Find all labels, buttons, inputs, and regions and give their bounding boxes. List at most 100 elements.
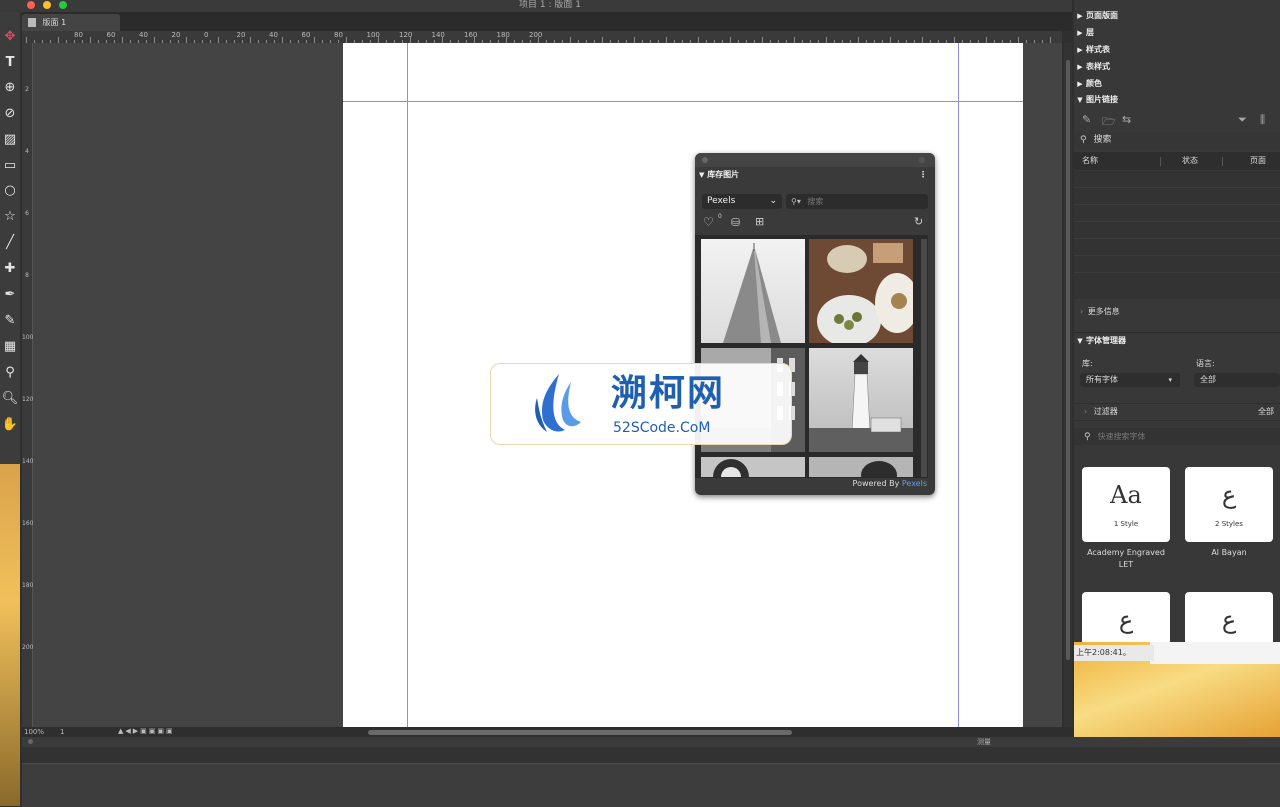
document-tab-bar: [22, 12, 1072, 31]
collapsed-panel-title: 样式表: [1086, 45, 1110, 54]
column-divider: [1160, 157, 1161, 166]
more-info-toggle[interactable]: › 更多信息: [1074, 304, 1280, 320]
list-row-divider: [1074, 187, 1280, 188]
provider-select-value: Pexels: [707, 196, 736, 206]
star-tool-icon[interactable]: ☆: [0, 206, 20, 228]
edit-icon[interactable]: ✎: [1082, 113, 1091, 126]
filter-all-label[interactable]: 全部: [1258, 404, 1274, 420]
stock-image-thumbnail[interactable]: [809, 457, 913, 477]
font-card[interactable]: Aa 1 Style: [1082, 467, 1170, 542]
move-tool-icon[interactable]: ✥: [0, 26, 20, 48]
filter-toggle[interactable]: › 过滤器 全部: [1074, 403, 1280, 421]
minimize-window-button[interactable]: [43, 1, 51, 9]
ruler-label: 180: [22, 582, 34, 589]
zoom-tool-icon[interactable]: 🔍︎: [0, 388, 20, 410]
background-window: [1150, 642, 1280, 664]
text-tool-icon[interactable]: T: [0, 52, 20, 74]
list-row-divider: [1074, 221, 1280, 222]
document-icon: [28, 18, 36, 27]
panel-close-icon[interactable]: [28, 739, 33, 744]
picture-links-header[interactable]: ▼ 图片链接: [1074, 92, 1280, 108]
expand-triangle-icon: ▶: [1077, 80, 1083, 88]
document-tab[interactable]: 版面 1: [22, 14, 120, 31]
relink-icon[interactable]: ⇆: [1122, 113, 1131, 126]
measurements-panel-header[interactable]: 测量: [22, 737, 1280, 747]
library-select[interactable]: 所有字体 ▾: [1080, 373, 1180, 387]
freehand-tool-icon[interactable]: ✎: [0, 310, 20, 332]
measurements-panel-content: [22, 763, 1280, 807]
panel-menu-icon[interactable]: ⋮: [919, 167, 927, 183]
more-info-label: 更多信息: [1087, 307, 1120, 316]
title-bar: 项目 1 : 版面 1: [0, 0, 1072, 12]
linking-tool-icon[interactable]: ⊕: [0, 77, 20, 99]
stock-panel-header[interactable]: ▼ 库存图片 ⋮: [695, 167, 935, 183]
open-folder-icon[interactable]: 🗁: [1102, 113, 1116, 132]
language-select[interactable]: 全部: [1194, 373, 1280, 387]
pexels-link[interactable]: Pexels: [902, 479, 927, 488]
zoom-window-button[interactable]: [59, 1, 67, 9]
orthogonal-line-tool-icon[interactable]: ✚: [0, 258, 20, 280]
watermark-subtitle: 52SCode.CoM: [613, 420, 711, 436]
close-window-button[interactable]: [27, 1, 35, 9]
font-card[interactable]: ع: [1185, 592, 1273, 642]
collapsed-panel-header[interactable]: ▶ 样式表: [1074, 42, 1280, 58]
vertical-scroll-thumb[interactable]: [1066, 60, 1070, 660]
ruler-label: 20: [171, 31, 181, 39]
picture-box-tool-icon[interactable]: ▨: [0, 129, 20, 151]
panel-collapse-icon[interactable]: [919, 157, 925, 163]
stock-search-input[interactable]: ⚲▾ 搜索: [786, 194, 928, 209]
filter-icon[interactable]: ⏷: [1238, 113, 1247, 127]
unlink-tool-icon[interactable]: ⊘: [0, 103, 20, 125]
font-search-input[interactable]: ⚲ 快速搜索字体: [1074, 428, 1280, 445]
picture-links-columns: 名称 状态 页面: [1074, 152, 1280, 170]
collapsed-panel-header[interactable]: ▶ 表样式: [1074, 59, 1280, 75]
dropdown-arrow-icon: ▾: [1168, 376, 1172, 384]
table-tool-icon[interactable]: ▦: [0, 336, 20, 358]
panel-close-icon[interactable]: [702, 157, 708, 163]
stock-image-thumbnail[interactable]: [809, 348, 913, 452]
add-folder-icon[interactable]: ⊞: [755, 215, 764, 228]
page-nav-icon[interactable]: ▲◀▶▣▣▣▣: [118, 727, 175, 735]
horizontal-scroll-thumb[interactable]: [368, 730, 792, 735]
collapsed-panel-header[interactable]: ▶ 颜色: [1074, 76, 1280, 92]
column-settings-icon[interactable]: ⫼: [1260, 113, 1265, 127]
eyedropper-tool-icon[interactable]: ⚲: [0, 362, 20, 384]
column-status[interactable]: 状态: [1182, 152, 1198, 170]
picture-links-search[interactable]: ⚲ 搜索: [1074, 132, 1280, 149]
refresh-icon[interactable]: ↻: [914, 215, 923, 228]
font-card[interactable]: ع: [1082, 592, 1170, 642]
ruler-label: 8: [25, 272, 29, 279]
list-row-divider: [1074, 272, 1280, 273]
ruler-label: 200: [529, 31, 543, 39]
zoom-level[interactable]: 100%: [24, 728, 44, 736]
font-card[interactable]: ع 2 Styles: [1185, 467, 1273, 542]
vertical-ruler[interactable]: 2 4 6 8 100 120 140 160 180 200: [22, 43, 33, 727]
pen-tool-icon[interactable]: ✒: [0, 284, 20, 306]
column-page[interactable]: 页面: [1250, 152, 1266, 170]
rectangle-tool-icon[interactable]: ▭: [0, 155, 20, 177]
collections-icon[interactable]: ⛁: [731, 216, 740, 229]
column-name[interactable]: 名称: [1082, 152, 1098, 170]
panel-drag-bar[interactable]: [695, 153, 935, 167]
filter-label: 过滤器: [1093, 407, 1118, 416]
favorites-heart-icon[interactable]: ♡: [703, 215, 714, 229]
stock-image-thumbnail[interactable]: [809, 239, 913, 343]
stock-image-thumbnail[interactable]: [701, 457, 805, 477]
collapse-triangle-icon: ▼: [1077, 96, 1083, 104]
picture-links-list[interactable]: [1074, 171, 1280, 299]
hand-tool-icon[interactable]: ✋: [0, 414, 20, 436]
ruler-label: 200: [22, 644, 34, 651]
ruler-label: 80: [334, 31, 343, 39]
font-name: Al Bayan: [1211, 548, 1247, 557]
stock-image-thumbnail[interactable]: [701, 239, 805, 343]
chevron-down-icon: ⌄: [769, 196, 777, 206]
font-search-placeholder: 快速搜索字体: [1097, 432, 1146, 441]
collapsed-panel-header[interactable]: ▶ 页面版面: [1074, 8, 1280, 24]
grid-scrollbar[interactable]: [921, 239, 927, 477]
provider-select[interactable]: Pexels ⌄: [702, 194, 782, 209]
font-manager-header[interactable]: ▼ 字体管理器: [1074, 332, 1280, 349]
page-number[interactable]: 1: [60, 728, 64, 736]
collapsed-panel-header[interactable]: ▶ 层: [1074, 25, 1280, 41]
line-tool-icon[interactable]: ╱: [0, 232, 20, 254]
ellipse-tool-icon[interactable]: ○: [0, 180, 20, 202]
